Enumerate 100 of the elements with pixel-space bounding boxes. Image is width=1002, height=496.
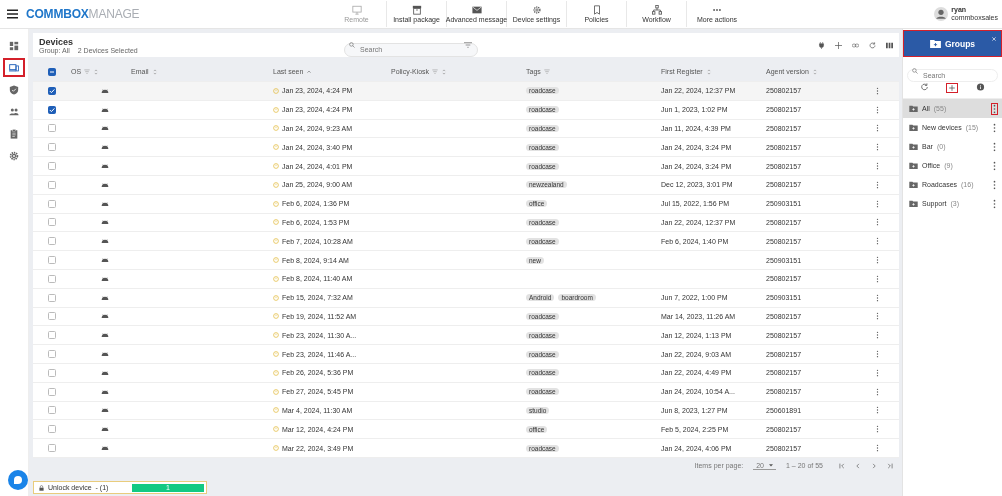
search-icon [349, 42, 355, 48]
android-icon [101, 182, 109, 187]
row-checkbox[interactable] [48, 444, 56, 453]
plug-icon[interactable] [818, 41, 825, 49]
clock-icon [273, 313, 279, 320]
select-all-checkbox[interactable] [48, 67, 56, 76]
more-icon[interactable] [991, 140, 998, 153]
chat-icon[interactable] [8, 470, 28, 490]
dashboard-icon [9, 40, 19, 51]
clock-icon [273, 163, 279, 170]
more-icon[interactable] [876, 406, 879, 415]
android-icon [101, 446, 109, 451]
row-checkbox[interactable] [48, 425, 56, 434]
more-icon[interactable] [991, 121, 998, 134]
more-icon[interactable] [876, 86, 879, 95]
row-checkbox[interactable] [48, 180, 56, 189]
filter-icon[interactable] [464, 42, 472, 48]
settings-icon [9, 150, 19, 161]
more-icon[interactable] [876, 143, 879, 152]
avatar-icon[interactable] [934, 7, 949, 21]
row-checkbox[interactable] [48, 218, 56, 227]
row-checkbox[interactable] [48, 124, 56, 133]
more-icon[interactable] [876, 368, 879, 377]
more-icon[interactable] [991, 102, 998, 115]
android-icon [101, 258, 109, 263]
more-icon[interactable] [876, 425, 879, 434]
android-icon [101, 314, 109, 319]
row-checkbox[interactable] [48, 105, 56, 114]
devices-nav-button[interactable] [3, 58, 25, 77]
close-icon[interactable] [992, 37, 996, 41]
more-icon[interactable] [876, 180, 879, 189]
row-checkbox[interactable] [48, 350, 56, 359]
row-checkbox[interactable] [48, 331, 56, 340]
clock-icon [273, 351, 279, 358]
refresh-icon[interactable] [869, 41, 876, 49]
row-checkbox[interactable] [48, 274, 56, 283]
folder-icon [909, 200, 918, 207]
android-icon [101, 239, 109, 244]
row-checkbox[interactable] [48, 312, 56, 321]
sort-up-icon[interactable] [306, 68, 313, 75]
first-page-icon[interactable] [839, 462, 845, 469]
info-icon[interactable] [976, 83, 986, 91]
row-checkbox[interactable] [48, 406, 56, 415]
row-checkbox[interactable] [48, 237, 56, 246]
android-icon [101, 126, 109, 131]
android-icon [101, 201, 109, 206]
groups-title: Groups [944, 38, 976, 49]
shield-icon [9, 84, 19, 95]
folder-icon [909, 143, 918, 150]
lock-icon [39, 484, 44, 491]
row-checkbox[interactable] [48, 199, 56, 208]
more-icon[interactable] [876, 387, 879, 396]
previous-page-icon[interactable] [855, 462, 861, 469]
clock-icon [273, 257, 279, 264]
row-checkbox[interactable] [48, 256, 56, 265]
link-icon[interactable] [852, 41, 859, 49]
clock-icon [273, 388, 279, 395]
row-checkbox[interactable] [48, 387, 56, 396]
refresh-icon[interactable] [919, 83, 929, 91]
more-icon[interactable] [876, 199, 879, 208]
clock-icon [273, 219, 279, 226]
more-icon[interactable] [876, 312, 879, 321]
archive-icon [411, 5, 422, 15]
more-icon[interactable] [876, 218, 879, 227]
last-page-icon[interactable] [887, 462, 893, 469]
more-icon[interactable] [991, 178, 998, 191]
clock-icon [273, 275, 279, 282]
menu-icon[interactable] [7, 9, 18, 19]
next-page-icon[interactable] [871, 462, 877, 469]
clock-icon [273, 238, 279, 245]
row-checkbox[interactable] [48, 293, 56, 302]
android-icon [101, 408, 109, 413]
more-icon[interactable] [991, 159, 998, 172]
android-icon [101, 427, 109, 432]
more-icon[interactable] [876, 105, 879, 114]
android-icon [101, 389, 109, 394]
row-checkbox[interactable] [48, 86, 56, 95]
android-icon [101, 352, 109, 357]
more-icon[interactable] [876, 274, 879, 283]
add-icon[interactable] [835, 41, 842, 49]
row-checkbox[interactable] [48, 368, 56, 377]
clock-icon [273, 87, 279, 94]
more-icon[interactable] [876, 256, 879, 265]
more-icon[interactable] [876, 162, 879, 171]
more-icon[interactable] [991, 197, 998, 210]
clock-icon [273, 144, 279, 151]
more-icon[interactable] [876, 293, 879, 302]
row-checkbox[interactable] [48, 143, 56, 152]
more-icon[interactable] [876, 444, 879, 453]
row-checkbox[interactable] [48, 162, 56, 171]
android-icon [101, 164, 109, 169]
more-icon[interactable] [876, 350, 879, 359]
more-icon[interactable] [876, 124, 879, 133]
columns-icon[interactable] [886, 41, 893, 49]
more-icon[interactable] [876, 237, 879, 246]
android-icon [101, 276, 109, 281]
folder-icon [909, 162, 918, 169]
more-icon[interactable] [876, 331, 879, 340]
android-icon [101, 295, 109, 300]
add-group-icon[interactable] [946, 83, 959, 93]
